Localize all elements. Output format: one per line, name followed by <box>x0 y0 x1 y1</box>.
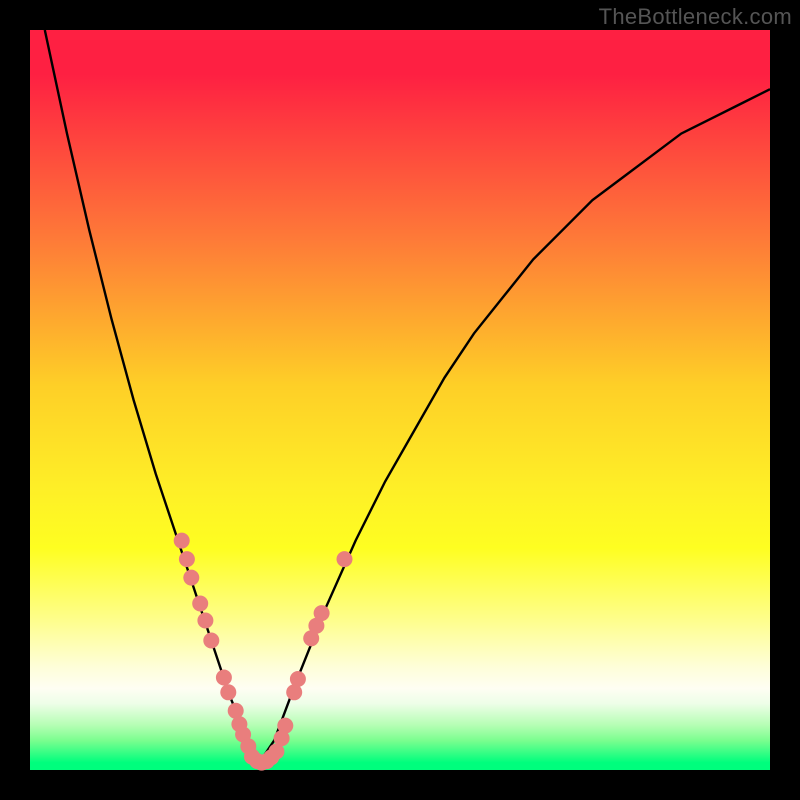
scatter-points <box>174 533 353 771</box>
watermark-text: TheBottleneck.com <box>599 4 792 30</box>
data-point <box>179 551 195 567</box>
data-point <box>277 718 293 734</box>
chart-svg <box>30 30 770 770</box>
data-point <box>290 671 306 687</box>
data-point <box>183 570 199 586</box>
data-point <box>220 684 236 700</box>
data-point <box>192 596 208 612</box>
data-point <box>197 613 213 629</box>
chart-container: TheBottleneck.com <box>0 0 800 800</box>
plot-area <box>30 30 770 770</box>
data-point <box>337 551 353 567</box>
bottleneck-curve <box>45 30 770 763</box>
data-point <box>314 605 330 621</box>
data-point <box>216 670 232 686</box>
data-point <box>203 633 219 649</box>
data-point <box>174 533 190 549</box>
